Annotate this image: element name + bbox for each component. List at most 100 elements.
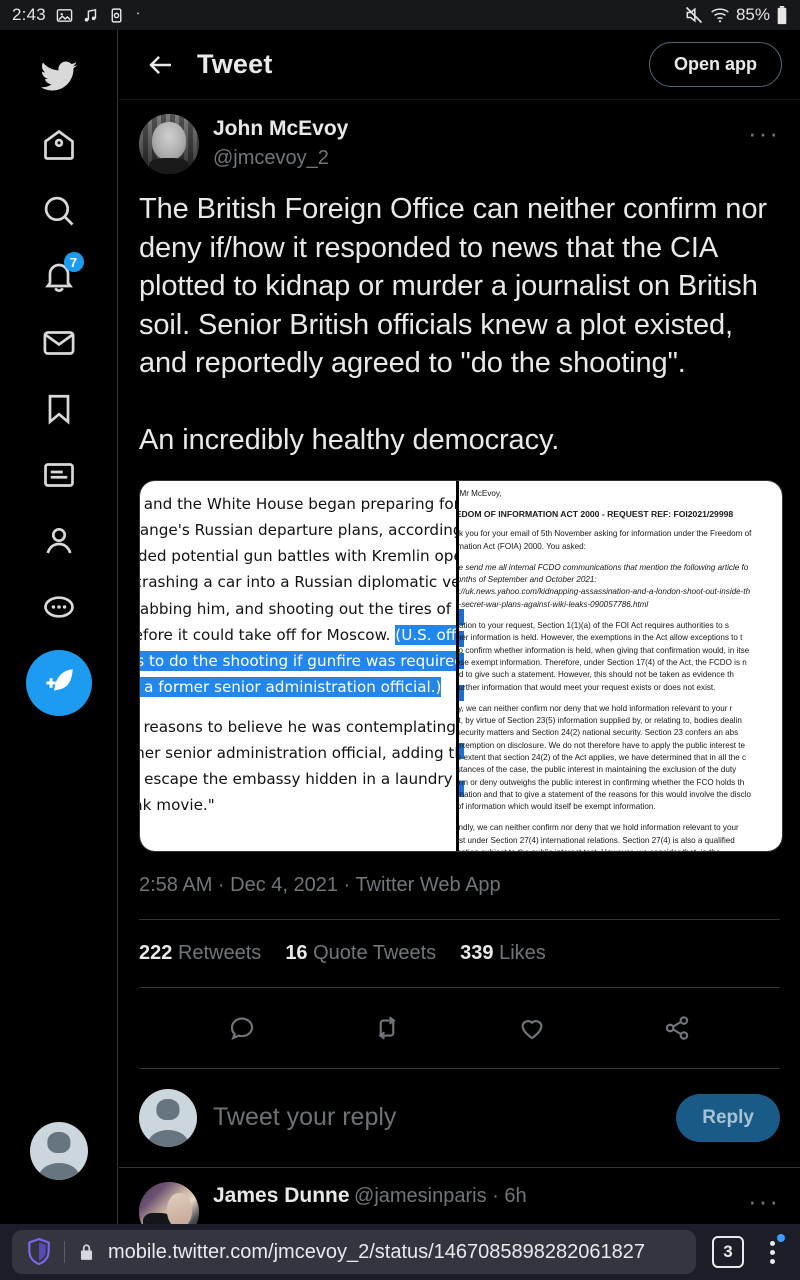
- url-divider: [64, 1241, 65, 1263]
- foi-line: e exemption on disclosure. We do not the…: [456, 740, 745, 750]
- foi-line: est, by virtue of Section 23(5) informat…: [456, 716, 742, 726]
- envelope-icon: [43, 331, 74, 355]
- stat-quote-tweets[interactable]: 16 Quote Tweets: [285, 942, 436, 965]
- article-line-highlight: rts to do the shooting if gunfire was re…: [140, 648, 458, 674]
- article-lead-text: before it could take off for Moscow.: [140, 625, 396, 644]
- share-button[interactable]: [655, 1006, 699, 1050]
- reply-author-name[interactable]: James Dunne: [213, 1184, 350, 1207]
- article-line: , crashing a car into a Russian diplomat…: [140, 573, 458, 592]
- foi-line: ged to give such a statement. However, t…: [456, 670, 734, 680]
- sidebar-item-search[interactable]: [26, 178, 92, 244]
- retweet-icon: [378, 1016, 396, 1040]
- foi-line: ormation and that to give a statement of…: [456, 789, 751, 799]
- foi-line: ormation Act (FOIA) 2000. You asked:: [456, 541, 586, 551]
- reply-more-button[interactable]: ···: [748, 1182, 780, 1217]
- foi-line: the extent that section 24(2) of the Act…: [456, 752, 747, 762]
- foi-line: e of information which would itself be e…: [456, 802, 656, 812]
- foi-line: stly, we can neither confirm nor deny th…: [456, 703, 733, 713]
- sidebar-item-more[interactable]: [26, 574, 92, 640]
- stat-likes[interactable]: 339 Likes: [460, 942, 546, 965]
- retweets-label: Retweets: [177, 941, 262, 964]
- page-title: Tweet: [197, 49, 273, 79]
- article-line: of reasons to believe he was contemplati…: [140, 718, 458, 737]
- article-line: eak movie.": [140, 796, 215, 815]
- like-button[interactable]: [510, 1006, 554, 1050]
- status-time: 2:43: [12, 5, 46, 24]
- sidebar-item-home[interactable]: [26, 112, 92, 178]
- sidebar-item-twitter-logo[interactable]: [26, 44, 92, 110]
- wifi-icon: [711, 8, 729, 23]
- author-avatar[interactable]: [139, 114, 199, 174]
- foi-salutation: ar Mr McEvoy,: [459, 488, 502, 498]
- screen: 2:43 85% 7 Tweet Open app John McEvoy @j…: [0, 0, 800, 1280]
- search-icon: [44, 196, 73, 226]
- retweet-button[interactable]: [365, 1006, 409, 1050]
- article-text: IA and the White House began preparing f…: [140, 491, 458, 819]
- highlighted-text: to a former senior administration offici…: [140, 676, 442, 697]
- tab-count-button[interactable]: 3: [712, 1236, 744, 1268]
- sidebar-item-notifications[interactable]: 7: [26, 244, 92, 310]
- tweet-text: The British Foreign Office can neither c…: [139, 193, 767, 457]
- image-icon: [56, 8, 73, 22]
- tweet-media[interactable]: IA and the White House began preparing f…: [139, 479, 783, 852]
- tweet-more-button[interactable]: ···: [748, 114, 780, 149]
- reply-icon: [230, 1017, 253, 1040]
- heart-icon: [521, 1020, 543, 1040]
- document-article-screenshot: IA and the White House began preparing f…: [140, 480, 458, 851]
- back-button[interactable]: [139, 43, 183, 87]
- composer-avatar: [139, 1088, 197, 1147]
- sidebar-item-profile[interactable]: [26, 508, 92, 574]
- reply-author-handle[interactable]: @jamesinparis: [354, 1185, 487, 1207]
- reply-submit-button[interactable]: Reply: [676, 1093, 780, 1142]
- reply-author-avatar[interactable]: [139, 1181, 199, 1224]
- brave-shield-icon[interactable]: [26, 1238, 52, 1266]
- foi-line: y further information that would meet yo…: [456, 682, 716, 692]
- home-icon: [43, 129, 74, 160]
- lists-icon: [43, 463, 74, 487]
- sidebar-item-bookmarks[interactable]: [26, 376, 92, 442]
- tweet-timestamp: 2:58 AM · Dec 4, 2021 · Twitter Web App: [139, 873, 501, 896]
- reply-tweet: James Dunne @jamesinparis · 6h ··· Reply…: [119, 1166, 800, 1224]
- article-line: grabbing him, and shooting out the tires…: [140, 599, 458, 618]
- battery-percent: 85%: [735, 5, 770, 24]
- tweet-actions: [139, 988, 780, 1068]
- quotes-count: 16: [285, 941, 308, 964]
- url-text[interactable]: mobile.twitter.com/jmcevoy_2/status/1467…: [108, 1241, 645, 1264]
- sidebar-item-messages[interactable]: [26, 310, 92, 376]
- article-line-highlight-start: before it could take off for Moscow. (U.…: [140, 622, 458, 648]
- person-icon: [45, 527, 72, 554]
- article-line: luded potential gun battles with Kremlin…: [140, 547, 458, 566]
- retweets-count: 222: [139, 941, 173, 964]
- reply-input[interactable]: Tweet your reply: [213, 1103, 396, 1132]
- reply-author-line: James Dunne @jamesinparis · 6h: [213, 1184, 527, 1208]
- foi-line: ank you for your email of 5th November a…: [456, 529, 752, 539]
- article-line-highlight: to a former senior administration offici…: [140, 674, 458, 700]
- feather-plus-icon: [45, 669, 73, 691]
- url-bar[interactable]: mobile.twitter.com/jmcevoy_2/status/1467…: [12, 1230, 696, 1274]
- foi-line: condly, we can neither confirm nor deny …: [456, 823, 739, 833]
- author-display-name[interactable]: John McEvoy: [213, 116, 348, 142]
- highlighted-text: rts to do the shooting if gunfire was re…: [140, 650, 458, 671]
- browser-menu-button[interactable]: [760, 1234, 785, 1269]
- lock-icon: [80, 1244, 93, 1260]
- likes-label: Likes: [499, 941, 546, 964]
- sidebar: 7: [0, 30, 118, 1224]
- foi-line: h security matters and Section 24(2) nat…: [456, 728, 739, 738]
- foi-line: y to confirm whether information is held…: [456, 645, 750, 655]
- open-app-button[interactable]: Open app: [648, 42, 782, 87]
- author-handle[interactable]: @jmcevoy_2: [213, 144, 348, 172]
- stat-retweets[interactable]: 222 Retweets: [139, 942, 261, 965]
- compose-tweet-button[interactable]: [25, 650, 92, 716]
- reply-time[interactable]: 6h: [504, 1185, 526, 1207]
- status-bar: 2:43 85%: [0, 0, 800, 30]
- notifications-badge: 7: [63, 252, 84, 272]
- article-line: IA and the White House began preparing f…: [140, 494, 458, 513]
- article-line: rmer senior administration official, add…: [140, 744, 458, 763]
- foi-quote-line: ase send me all internal FCDO communicat…: [456, 562, 749, 572]
- arrow-left-icon: [149, 55, 171, 74]
- foi-line: nfirm or deny outweighs the public inter…: [456, 777, 745, 787]
- current-user-avatar[interactable]: [30, 1122, 88, 1180]
- sidebar-item-lists[interactable]: [26, 442, 92, 508]
- reply-button[interactable]: [220, 1006, 264, 1050]
- article-line: to escape the embassy hidden in a laundr…: [140, 770, 458, 789]
